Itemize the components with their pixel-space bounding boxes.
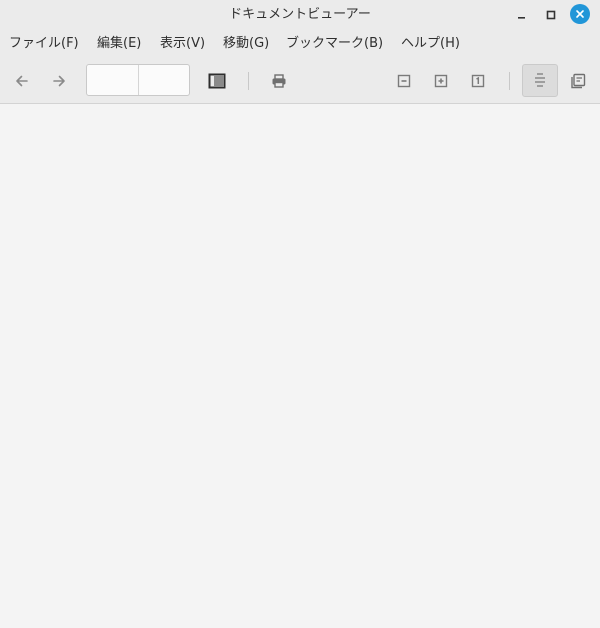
maximize-icon [546,10,556,20]
toolbar [0,58,600,104]
toolbar-separator [248,72,249,90]
toolbar-separator-2 [509,72,510,90]
arrow-right-icon [53,75,65,87]
zoom-in-button[interactable] [428,68,454,94]
printer-icon [272,74,286,88]
zoom-original-icon [471,74,485,88]
menu-edit[interactable]: 編集(E) [97,30,141,58]
minimize-button[interactable] [512,5,532,25]
print-button[interactable] [266,68,292,94]
dual-page-icon [571,73,586,89]
window-title: ドキュメントビューアー [229,7,371,22]
back-button[interactable] [9,68,35,94]
title-bar: ドキュメントビューアー [0,0,600,30]
arrow-left-icon [16,75,28,87]
page-number-input[interactable] [87,65,138,95]
menu-go[interactable]: 移動(G) [223,30,269,58]
document-view[interactable] [0,104,600,628]
menu-bar: ファイル(F) 編集(E) 表示(V) 移動(G) ブックマーク(B) ヘルプ(… [0,30,600,58]
continuous-scroll-icon [535,72,545,87]
zoom-out-icon [397,74,411,88]
menu-file[interactable]: ファイル(F) [9,30,79,58]
close-icon [576,10,584,18]
menu-view[interactable]: 表示(V) [160,30,205,58]
page-navigator [86,64,190,96]
menu-bookmarks[interactable]: ブックマーク(B) [286,30,383,58]
page-count-field [139,65,189,95]
close-button[interactable] [570,4,590,24]
minimize-icon [518,17,525,19]
dual-page-toggle[interactable] [565,68,591,94]
forward-button[interactable] [46,68,72,94]
sidebar-toggle-button[interactable] [204,68,230,94]
continuous-scroll-toggle[interactable] [522,64,558,97]
menu-help[interactable]: ヘルプ(H) [401,30,460,58]
zoom-in-icon [434,74,448,88]
sidebar-toggle-icon [208,73,226,89]
zoom-original-button[interactable] [465,68,491,94]
maximize-button[interactable] [541,5,561,25]
zoom-out-button[interactable] [391,68,417,94]
